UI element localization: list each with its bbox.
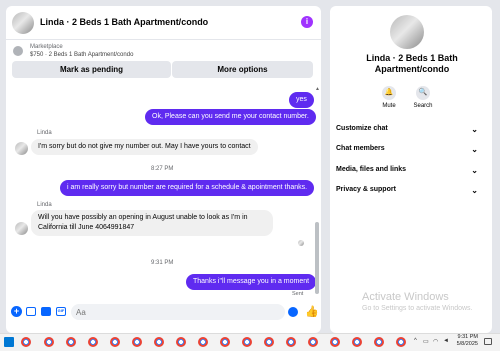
message-input[interactable] — [71, 304, 285, 320]
chrome-icon[interactable] — [110, 337, 120, 347]
chevron-down-icon: ⌄ — [471, 166, 478, 175]
mute-bell-icon[interactable]: 🔔 — [382, 86, 396, 100]
section-chat-members[interactable]: Chat members ⌄ — [336, 145, 482, 159]
sticker-icon[interactable] — [41, 307, 51, 316]
message-incoming[interactable]: Will you have possibly an opening in Aug… — [31, 210, 273, 236]
chrome-icon[interactable] — [88, 337, 98, 347]
network-icon[interactable]: ▭ — [423, 338, 429, 345]
listing-summary[interactable]: $750 · 2 Beds 1 Bath Apartment/condo — [30, 52, 133, 58]
section-label: Customize chat — [336, 125, 388, 132]
gallery-icon[interactable] — [26, 307, 36, 316]
chrome-icon[interactable] — [154, 337, 164, 347]
section-privacy-support[interactable]: Privacy & support ⌄ — [336, 186, 482, 200]
chevron-down-icon: ⌄ — [471, 125, 478, 134]
plus-icon[interactable]: + — [11, 306, 22, 317]
message-incoming[interactable]: I'm sorry but do not give my number out.… — [31, 139, 258, 155]
chrome-icon[interactable] — [66, 337, 76, 347]
message-outgoing[interactable]: Ok, Please can you send me your contact … — [145, 109, 316, 125]
chrome-icon[interactable] — [308, 337, 318, 347]
chrome-icon[interactable] — [21, 337, 31, 347]
wifi-icon[interactable]: ◠ — [433, 338, 438, 345]
chrome-icon[interactable] — [242, 337, 252, 347]
timestamp: 8:27 PM — [151, 166, 174, 172]
section-media-files-links[interactable]: Media, files and links ⌄ — [336, 166, 482, 180]
info-title: Linda · 2 Beds 1 Bath Apartment/condo — [336, 53, 488, 75]
seen-indicator-avatar — [298, 240, 304, 246]
scrollbar-thumb[interactable] — [315, 222, 319, 294]
notification-icon[interactable] — [484, 338, 492, 345]
chevron-down-icon: ⌄ — [471, 145, 478, 154]
message-line: Will you have possibly an opening in Aug… — [38, 214, 248, 221]
sender-name: Linda — [37, 130, 52, 136]
message-outgoing[interactable]: i am really sorry but number are require… — [60, 180, 315, 196]
marketplace-label: Marketplace — [30, 44, 63, 50]
chrome-icon[interactable] — [132, 337, 142, 347]
tray-chevron-up-icon[interactable]: ^ — [414, 338, 417, 344]
sender-avatar[interactable] — [15, 142, 28, 155]
message-line: California till June 4064991847 — [38, 224, 135, 231]
clock-time: 9:31 PM — [457, 334, 478, 340]
clock-date: 5/8/2025 — [456, 341, 478, 347]
message-outgoing[interactable]: yes — [289, 92, 314, 108]
volume-icon[interactable]: ◄ — [443, 338, 449, 344]
info-title-line: Apartment/condo — [374, 64, 450, 74]
scroll-up-arrow-icon[interactable]: ▲ — [315, 86, 320, 92]
start-windows-icon[interactable] — [4, 337, 14, 347]
chrome-icon[interactable] — [220, 337, 230, 347]
message-outgoing[interactable]: Thanks i"ll message you in a moment — [186, 274, 317, 290]
emoji-icon[interactable] — [288, 307, 298, 317]
chrome-icon[interactable] — [396, 337, 406, 347]
chrome-icon[interactable] — [330, 337, 340, 347]
chrome-icon[interactable] — [352, 337, 362, 347]
chrome-icon[interactable] — [44, 337, 54, 347]
info-avatar[interactable] — [390, 15, 424, 49]
chrome-icon[interactable] — [176, 337, 186, 347]
chrome-icon[interactable] — [264, 337, 274, 347]
section-label: Media, files and links — [336, 166, 407, 173]
taskbar-clock[interactable]: 9:31 PM 5/8/2025 — [452, 334, 478, 348]
contact-avatar[interactable] — [12, 12, 34, 34]
marketplace-icon — [13, 46, 23, 56]
timestamp: 9:31 PM — [151, 260, 174, 266]
more-options-button[interactable]: More options — [172, 61, 313, 78]
activate-windows-title: Activate Windows — [362, 291, 449, 303]
gif-icon[interactable]: GIF — [56, 307, 66, 316]
section-label: Privacy & support — [336, 186, 396, 193]
chevron-down-icon: ⌄ — [471, 186, 478, 195]
section-label: Chat members — [336, 145, 385, 152]
like-icon[interactable]: 👍 — [305, 305, 319, 318]
sender-name: Linda — [37, 202, 52, 208]
chrome-icon[interactable] — [374, 337, 384, 347]
chrome-icon[interactable] — [198, 337, 208, 347]
sender-avatar[interactable] — [15, 222, 28, 235]
info-title-line: Linda · 2 Beds 1 Bath — [366, 53, 458, 63]
search-icon[interactable]: 🔍 — [416, 86, 430, 100]
chrome-icon[interactable] — [286, 337, 296, 347]
activate-windows-subtitle: Go to Settings to activate Windows. — [362, 305, 473, 312]
chat-title[interactable]: Linda · 2 Beds 1 Bath Apartment/condo — [40, 17, 208, 27]
search-label[interactable]: Search — [403, 103, 443, 109]
info-icon[interactable]: i — [301, 16, 313, 28]
sent-status: Sent — [292, 291, 304, 297]
section-customize-chat[interactable]: Customize chat ⌄ — [336, 125, 482, 139]
mark-as-pending-button[interactable]: Mark as pending — [12, 61, 171, 78]
